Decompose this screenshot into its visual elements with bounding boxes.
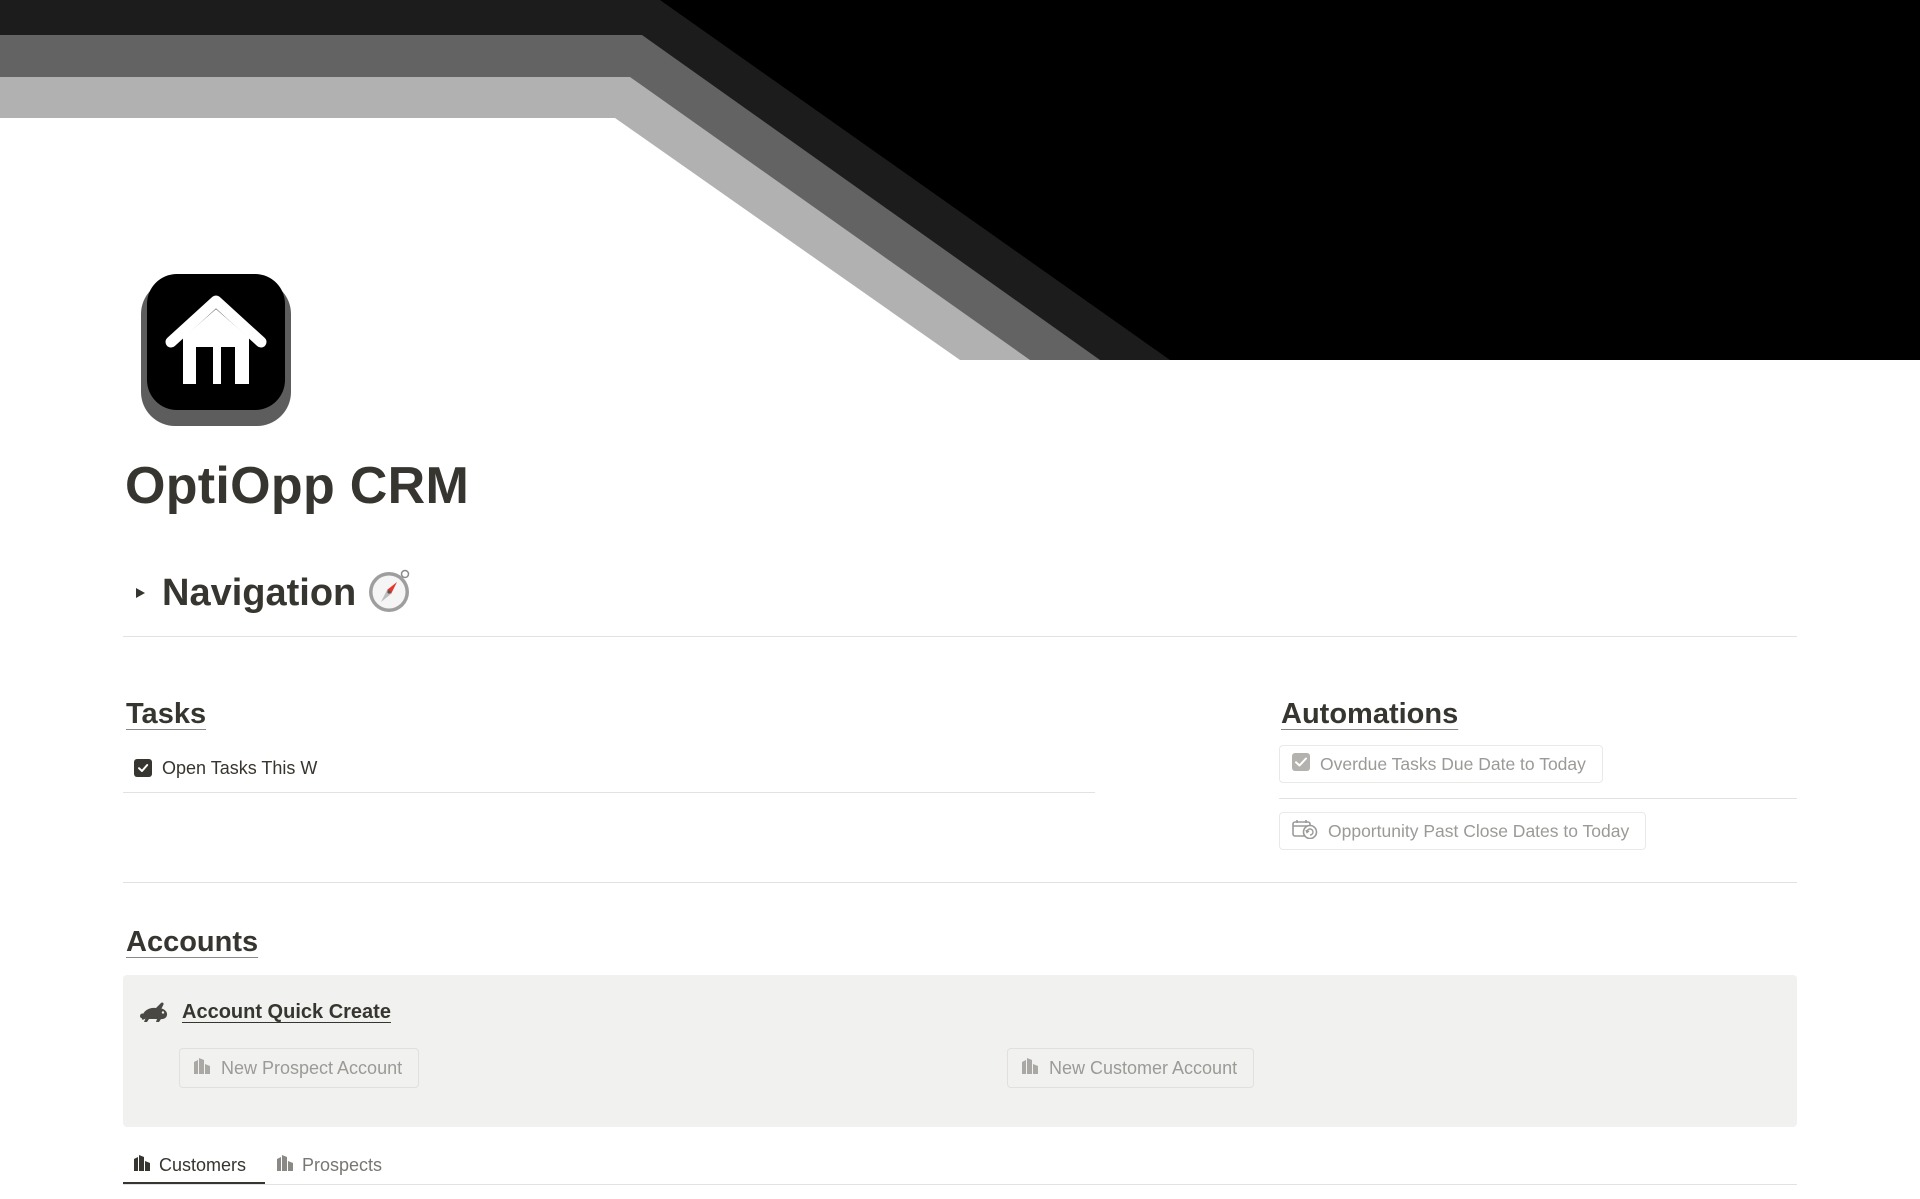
- divider: [123, 792, 1095, 793]
- tab-prospects[interactable]: Prospects: [276, 1146, 382, 1184]
- tasks-item-label: Open Tasks This W: [162, 757, 318, 778]
- divider: [123, 882, 1797, 883]
- compass-icon: [366, 568, 412, 619]
- account-quick-create-link[interactable]: Account Quick Create: [182, 997, 391, 1027]
- rabbit-icon: [139, 999, 169, 1030]
- divider: [123, 1184, 1797, 1185]
- opportunity-close-dates-button[interactable]: Opportunity Past Close Dates to Today: [1279, 812, 1647, 850]
- automations-heading: Automations: [1281, 698, 1459, 730]
- tasks-link-open-tasks[interactable]: Open Tasks This W: [122, 751, 422, 785]
- new-customer-account-button[interactable]: New Customer Account: [1007, 1048, 1255, 1088]
- house-icon[interactable]: [141, 274, 291, 426]
- new-prospect-account-label: New Prospect Account: [221, 1057, 403, 1078]
- tab-customers[interactable]: Customers: [133, 1146, 246, 1184]
- checkbox-icon: [134, 759, 152, 777]
- new-customer-account-label: New Customer Account: [1049, 1057, 1238, 1078]
- tasks-heading: Tasks: [126, 698, 207, 730]
- navigation-toggle[interactable]: Navigation: [122, 566, 412, 620]
- overdue-tasks-button[interactable]: Overdue Tasks Due Date to Today: [1279, 745, 1603, 783]
- checkbox-icon: [1292, 752, 1310, 776]
- buildings-icon: [193, 1057, 211, 1080]
- opportunity-close-dates-label: Opportunity Past Close Dates to Today: [1328, 820, 1630, 841]
- divider: [1279, 798, 1797, 799]
- new-prospect-account-button[interactable]: New Prospect Account: [179, 1048, 420, 1088]
- divider: [123, 636, 1797, 637]
- calendar-refresh-icon: [1292, 819, 1318, 844]
- accounts-heading: Accounts: [126, 926, 259, 958]
- tab-label: Prospects: [302, 1154, 383, 1175]
- tab-label: Customers: [159, 1154, 247, 1175]
- buildings-icon: [1021, 1057, 1039, 1080]
- page-title: OptiOpp CRM: [125, 457, 470, 515]
- triangle-right-icon[interactable]: [122, 575, 158, 611]
- buildings-icon: [133, 1154, 151, 1177]
- buildings-icon: [276, 1154, 294, 1177]
- navigation-label: Navigation: [162, 571, 357, 614]
- account-quick-create-callout: Account Quick Create New Prospect Accoun…: [123, 975, 1797, 1127]
- overdue-tasks-label: Overdue Tasks Due Date to Today: [1320, 753, 1586, 774]
